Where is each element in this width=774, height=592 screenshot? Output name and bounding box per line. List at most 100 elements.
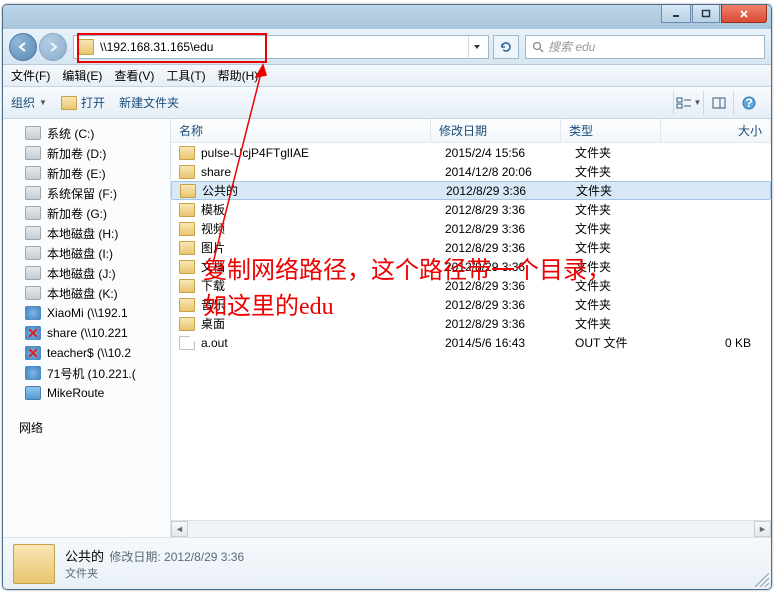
tree-item[interactable]: 系统保留 (F:) [3,183,170,203]
file-name: 文档 [201,258,437,275]
help-button[interactable]: ? [733,91,763,115]
menu-file[interactable]: 文件(F) [11,67,50,84]
file-size: 0 KB [667,336,771,350]
open-icon [61,96,77,110]
tree-label: 系统 (C:) [47,125,94,142]
tree-item[interactable]: 本地磁盘 (I:) [3,243,170,263]
tree-label: 新加卷 (E:) [47,165,106,182]
file-row[interactable]: 桌面2012/8/29 3:36文件夹 [171,314,771,333]
scroll-left[interactable]: ◄ [171,521,188,537]
tree-item[interactable]: share (\\10.221 [3,323,170,343]
nav-row: \\192.168.31.165\edu 搜索 edu [3,29,771,65]
tree-label: XiaoMi (\\192.1 [47,306,128,320]
drive-icon [25,146,41,160]
file-date: 2012/8/29 3:36 [437,203,567,217]
maximize-button[interactable] [692,5,720,23]
drive-icon [25,286,41,300]
folder-icon [179,260,195,274]
column-headers: 名称 修改日期 类型 大小 [171,119,771,143]
file-type: OUT 文件 [567,334,667,351]
file-name: 下载 [201,277,437,294]
folder-icon [179,317,195,331]
file-row[interactable]: 图片2012/8/29 3:36文件夹 [171,238,771,257]
file-list[interactable]: pulse-UcjP4FTglIAE2015/2/4 15:56文件夹share… [171,143,771,520]
menu-tools[interactable]: 工具(T) [166,67,205,84]
refresh-button[interactable] [493,35,519,59]
open-button[interactable]: 打开 [61,94,105,111]
file-row[interactable]: 音乐2012/8/29 3:36文件夹 [171,295,771,314]
col-date[interactable]: 修改日期 [431,119,561,142]
tree-item[interactable]: 新加卷 (E:) [3,163,170,183]
file-row[interactable]: 下载2012/8/29 3:36文件夹 [171,276,771,295]
file-row[interactable]: 文档2012/8/29 3:36文件夹 [171,257,771,276]
net-icon [25,306,41,320]
menu-help[interactable]: 帮助(H) [218,67,259,84]
newfolder-button[interactable]: 新建文件夹 [119,94,179,111]
router-icon [25,386,41,400]
folder-icon [179,203,195,217]
tree-item[interactable]: 本地磁盘 (H:) [3,223,170,243]
scroll-right[interactable]: ► [754,521,771,537]
file-date: 2012/8/29 3:36 [437,317,567,331]
file-type: 文件夹 [567,163,667,180]
tree-label: 新加卷 (D:) [47,145,106,162]
minimize-button[interactable] [661,5,691,23]
toolbar: 组织▼ 打开 新建文件夹 ▼ ? [3,87,771,119]
resize-grip[interactable] [755,573,769,587]
forward-button[interactable] [39,33,67,61]
network-heading[interactable]: 网络 [3,417,170,437]
search-placeholder: 搜索 edu [548,38,595,55]
tree-item[interactable]: 71号机 (10.221.( [3,363,170,383]
tree-item[interactable]: 系统 (C:) [3,123,170,143]
tree-item[interactable]: 新加卷 (D:) [3,143,170,163]
tree-item[interactable]: teacher$ (\\10.2 [3,343,170,363]
view-options-button[interactable]: ▼ [673,91,703,115]
file-name: share [201,165,437,179]
tree-label: teacher$ (\\10.2 [47,346,131,360]
folder-icon [180,184,196,198]
drive-icon [25,246,41,260]
file-row[interactable]: 视频2012/8/29 3:36文件夹 [171,219,771,238]
h-scrollbar[interactable]: ◄ ► [171,520,771,537]
address-dropdown[interactable] [468,36,484,58]
col-name[interactable]: 名称 [171,119,431,142]
search-icon [532,41,544,53]
file-row[interactable]: share2014/12/8 20:06文件夹 [171,162,771,181]
back-button[interactable] [9,33,37,61]
file-date: 2012/8/29 3:36 [437,298,567,312]
organize-button[interactable]: 组织▼ [11,94,47,111]
tree-item[interactable]: 本地磁盘 (K:) [3,283,170,303]
tree-label: 新加卷 (G:) [47,205,107,222]
address-text: \\192.168.31.165\edu [100,40,468,54]
col-size[interactable]: 大小 [661,119,771,142]
menu-edit[interactable]: 编辑(E) [62,67,102,84]
file-row[interactable]: a.out2014/5/6 16:43OUT 文件0 KB [171,333,771,352]
tree-item[interactable]: 新加卷 (G:) [3,203,170,223]
close-button[interactable] [721,5,767,23]
search-input[interactable]: 搜索 edu [525,35,765,59]
address-bar[interactable]: \\192.168.31.165\edu [73,35,489,59]
folder-icon [179,298,195,312]
file-date: 2014/5/6 16:43 [437,336,567,350]
tree-label: 71号机 (10.221.( [47,365,136,382]
preview-pane-button[interactable] [703,91,733,115]
folder-icon [179,165,195,179]
file-date: 2012/8/29 3:36 [437,241,567,255]
file-type: 文件夹 [568,182,668,199]
folder-icon [179,146,195,160]
tree-item[interactable]: MikeRoute [3,383,170,403]
file-row[interactable]: 公共的2012/8/29 3:36文件夹 [171,181,771,200]
file-type: 文件夹 [567,258,667,275]
menu-view[interactable]: 查看(V) [114,67,154,84]
file-name: 模板 [201,201,437,218]
tree-item[interactable]: XiaoMi (\\192.1 [3,303,170,323]
file-row[interactable]: pulse-UcjP4FTglIAE2015/2/4 15:56文件夹 [171,143,771,162]
titlebar [3,5,771,29]
tree-item[interactable]: 本地磁盘 (J:) [3,263,170,283]
file-name: a.out [201,336,437,350]
col-type[interactable]: 类型 [561,119,661,142]
file-date: 2015/2/4 15:56 [437,146,567,160]
net-icon [25,346,41,360]
net-icon [25,326,41,340]
file-row[interactable]: 模板2012/8/29 3:36文件夹 [171,200,771,219]
